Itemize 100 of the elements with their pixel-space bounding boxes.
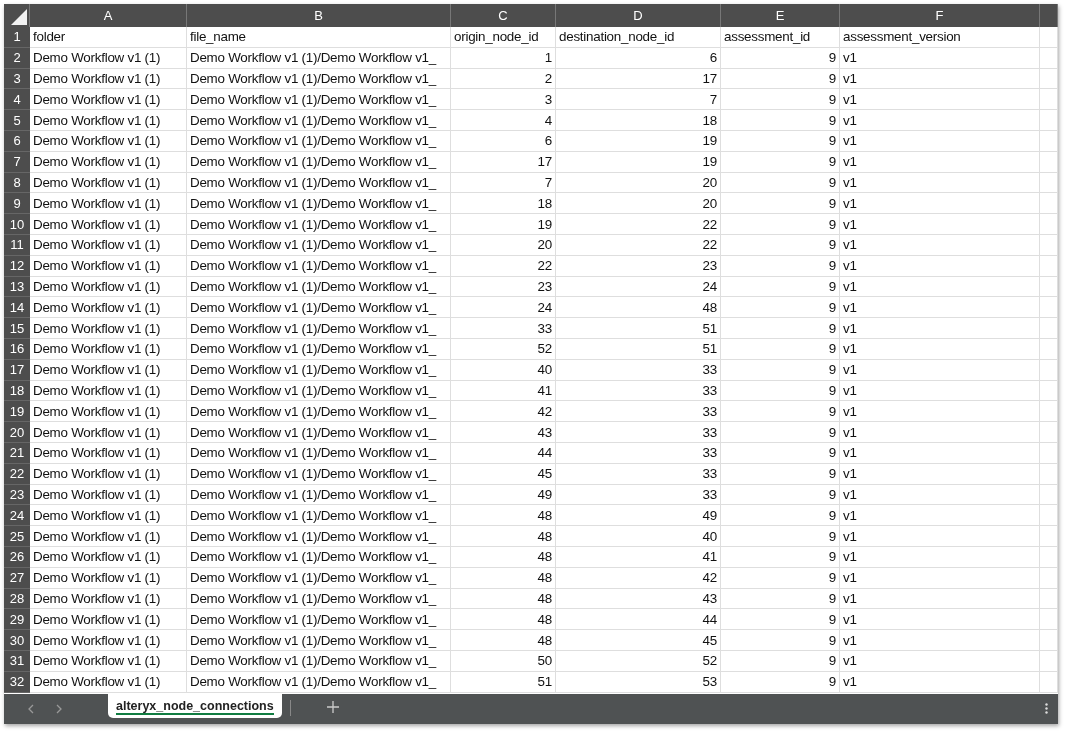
table-cell: 48 xyxy=(451,630,556,651)
table-cell: 17 xyxy=(556,68,721,90)
table-cell: Demo Workflow v1 (1) xyxy=(30,68,187,90)
empty-cell xyxy=(1040,214,1058,235)
table-cell: 9 xyxy=(721,463,840,485)
table-cell: 51 xyxy=(556,318,721,339)
table-cell: 33 xyxy=(556,463,721,485)
table-cell: Demo Workflow v1 (1) xyxy=(30,546,187,568)
chevron-right-icon[interactable] xyxy=(56,704,62,714)
row-header[interactable]: 8 xyxy=(4,172,30,194)
row-header[interactable]: 17 xyxy=(4,359,30,381)
column-header[interactable]: D xyxy=(556,4,721,27)
table-cell: Demo Workflow v1 (1)/Demo Workflow v1_ xyxy=(187,318,451,339)
table-cell: Demo Workflow v1 (1) xyxy=(30,359,187,381)
empty-cell xyxy=(1040,255,1058,277)
column-title-cell: assessment_id xyxy=(721,27,840,48)
table-cell: 9 xyxy=(721,318,840,339)
row-header[interactable]: 12 xyxy=(4,255,30,277)
table-cell: 9 xyxy=(721,546,840,568)
row-header[interactable]: 21 xyxy=(4,442,30,464)
table-cell: Demo Workflow v1 (1) xyxy=(30,422,187,443)
table-cell: Demo Workflow v1 (1)/Demo Workflow v1_ xyxy=(187,359,451,381)
column-header[interactable]: F xyxy=(840,4,1040,27)
row-header[interactable]: 31 xyxy=(4,650,30,672)
table-cell: 23 xyxy=(556,255,721,277)
row-header[interactable]: 1 xyxy=(4,27,30,48)
row-header[interactable]: 3 xyxy=(4,68,30,90)
table-cell: Demo Workflow v1 (1)/Demo Workflow v1_ xyxy=(187,234,451,256)
table-cell: 7 xyxy=(556,89,721,111)
table-cell: 53 xyxy=(556,671,721,693)
row-header[interactable]: 24 xyxy=(4,505,30,527)
table-cell: v1 xyxy=(840,68,1040,90)
column-title-cell: origin_node_id xyxy=(451,27,556,48)
empty-cell xyxy=(1040,68,1058,90)
table-cell: Demo Workflow v1 (1) xyxy=(30,318,187,339)
table-cell: v1 xyxy=(840,255,1040,277)
table-cell: Demo Workflow v1 (1)/Demo Workflow v1_ xyxy=(187,671,451,693)
table-cell: 7 xyxy=(451,172,556,194)
row-header[interactable]: 19 xyxy=(4,401,30,423)
row-header[interactable]: 11 xyxy=(4,234,30,256)
chevron-left-icon[interactable] xyxy=(28,704,34,714)
column-header[interactable]: C xyxy=(451,4,556,27)
row-header[interactable]: 16 xyxy=(4,338,30,360)
select-all-button[interactable] xyxy=(4,4,30,27)
row-header[interactable]: 27 xyxy=(4,567,30,589)
table-cell: 49 xyxy=(556,505,721,527)
column-header[interactable]: A xyxy=(30,4,187,27)
row-header[interactable]: 9 xyxy=(4,193,30,215)
column-header[interactable]: B xyxy=(187,4,451,27)
empty-cell xyxy=(1040,609,1058,631)
row-header[interactable]: 18 xyxy=(4,380,30,402)
table-cell: 42 xyxy=(556,567,721,589)
row-header[interactable]: 26 xyxy=(4,546,30,568)
table-cell: Demo Workflow v1 (1) xyxy=(30,214,187,235)
row-header[interactable]: 2 xyxy=(4,47,30,69)
empty-cell xyxy=(1040,359,1058,381)
table-cell: Demo Workflow v1 (1) xyxy=(30,193,187,215)
row-header[interactable]: 13 xyxy=(4,276,30,298)
table-cell: v1 xyxy=(840,276,1040,298)
row-header[interactable]: 7 xyxy=(4,151,30,173)
column-title-cell: destination_node_id xyxy=(556,27,721,48)
row-header[interactable]: 32 xyxy=(4,671,30,693)
empty-cell xyxy=(1040,318,1058,339)
table-cell: 33 xyxy=(451,318,556,339)
row-header[interactable]: 28 xyxy=(4,588,30,610)
row-header[interactable]: 20 xyxy=(4,422,30,443)
row-header[interactable]: 10 xyxy=(4,214,30,235)
row-header[interactable]: 23 xyxy=(4,484,30,506)
table-cell: Demo Workflow v1 (1)/Demo Workflow v1_ xyxy=(187,172,451,194)
empty-cell xyxy=(1040,567,1058,589)
row-header[interactable]: 30 xyxy=(4,630,30,651)
table-cell: v1 xyxy=(840,505,1040,527)
table-cell: Demo Workflow v1 (1)/Demo Workflow v1_ xyxy=(187,380,451,402)
more-options-icon[interactable] xyxy=(1045,703,1048,714)
table-cell: 9 xyxy=(721,338,840,360)
row-header[interactable]: 22 xyxy=(4,463,30,485)
table-cell: v1 xyxy=(840,442,1040,464)
table-cell: Demo Workflow v1 (1)/Demo Workflow v1_ xyxy=(187,588,451,610)
row-header[interactable]: 15 xyxy=(4,318,30,339)
empty-cell xyxy=(1040,276,1058,298)
table-cell: v1 xyxy=(840,401,1040,423)
empty-cell xyxy=(1040,151,1058,173)
sheet-tab[interactable]: alteryx_node_connections xyxy=(108,694,282,718)
empty-cell xyxy=(1040,630,1058,651)
table-cell: 40 xyxy=(556,526,721,547)
table-cell: 6 xyxy=(451,131,556,152)
add-sheet-icon[interactable] xyxy=(326,701,339,713)
row-header[interactable]: 14 xyxy=(4,297,30,319)
row-header[interactable]: 5 xyxy=(4,110,30,131)
table-cell: 18 xyxy=(451,193,556,215)
row-header[interactable]: 6 xyxy=(4,131,30,152)
table-cell: 50 xyxy=(451,650,556,672)
row-header[interactable]: 25 xyxy=(4,526,30,547)
column-header[interactable]: E xyxy=(721,4,840,27)
table-cell: 9 xyxy=(721,671,840,693)
table-cell: 9 xyxy=(721,630,840,651)
row-header[interactable]: 29 xyxy=(4,609,30,631)
row-header[interactable]: 4 xyxy=(4,89,30,111)
table-cell: Demo Workflow v1 (1) xyxy=(30,338,187,360)
empty-cell xyxy=(1040,546,1058,568)
